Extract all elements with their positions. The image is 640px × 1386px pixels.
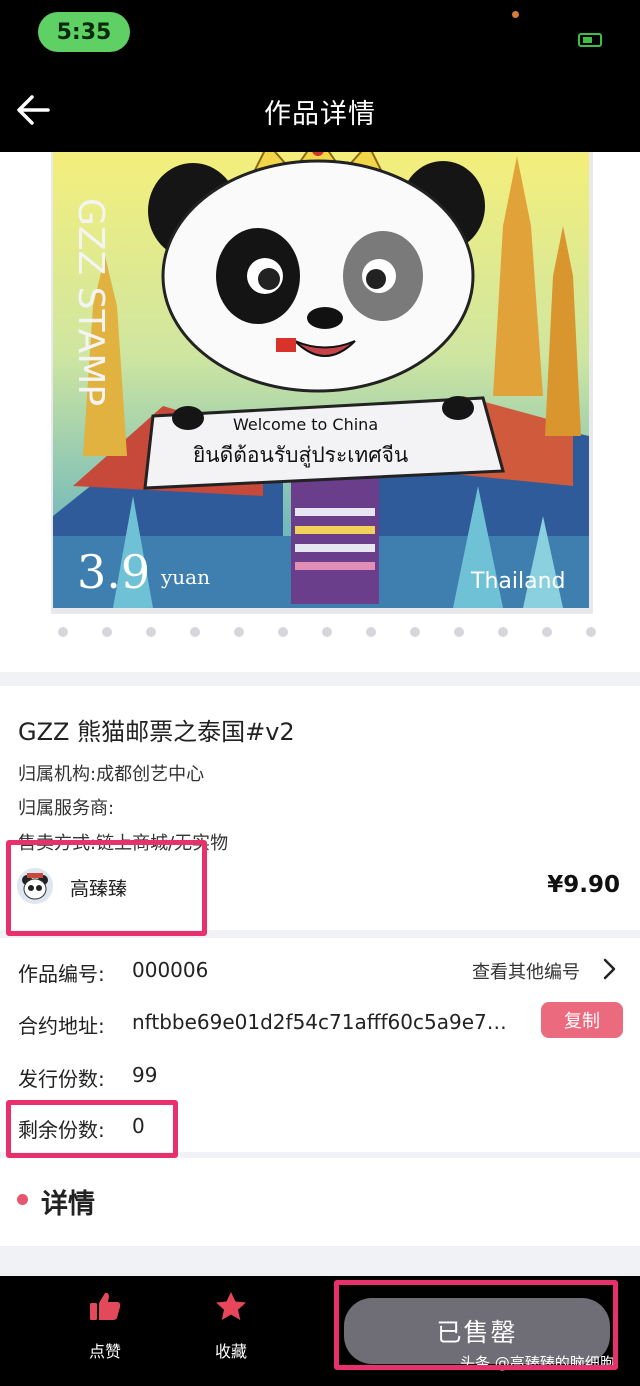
favorite-tab[interactable]: 收藏 bbox=[191, 1290, 271, 1362]
details-section-header: 详情 bbox=[0, 1158, 640, 1246]
view-other-numbers-link[interactable]: 查看其他编号 bbox=[472, 958, 580, 984]
work-title: GZZ 熊猫邮票之泰国#v2 bbox=[18, 718, 295, 746]
work-number-label: 作品编号: bbox=[18, 962, 105, 986]
nav-bar: 作品详情 bbox=[0, 70, 640, 152]
section-bullet-icon bbox=[17, 1194, 28, 1205]
star-icon bbox=[216, 1292, 246, 1320]
chevron-right-icon[interactable] bbox=[600, 957, 618, 981]
stamp-value-text: 3.9 bbox=[77, 545, 150, 599]
stamp-image: Welcome to China ยินดีต้อนรับสู่ประเทศจี… bbox=[33, 152, 613, 656]
copy-button[interactable]: 复制 bbox=[541, 1002, 623, 1038]
stamp-currency-text: yuan bbox=[160, 565, 210, 589]
creator-highlight-box bbox=[6, 840, 207, 936]
stamp-brand-text: GZZ STAMP bbox=[70, 198, 111, 406]
service-provider-text: 归属服务商: bbox=[18, 798, 115, 819]
welcome-sign: Welcome to China ยินดีต้อนรับสู่ประเทศจี… bbox=[143, 396, 505, 490]
svg-text:Welcome to China: Welcome to China bbox=[233, 415, 378, 434]
like-tab[interactable]: 点赞 bbox=[65, 1290, 145, 1362]
remaining-highlight-box bbox=[6, 1100, 178, 1158]
section-title: 详情 bbox=[41, 1189, 95, 1220]
stamp-card: Welcome to China ยินดีต้อนรับสู่ประเทศจี… bbox=[0, 152, 640, 672]
thumbs-up-icon bbox=[90, 1292, 121, 1320]
soldout-highlight-box bbox=[334, 1280, 618, 1370]
price-text: ¥9.90 bbox=[547, 872, 620, 898]
privacy-indicator-dot bbox=[512, 11, 519, 18]
contract-address-label: 合约地址: bbox=[18, 1014, 105, 1038]
battery-icon bbox=[578, 33, 602, 47]
svg-text:ยินดีต้อนรับสู่ประเทศจีน: ยินดีต้อนรับสู่ประเทศจีน bbox=[193, 443, 408, 468]
page-title: 作品详情 bbox=[264, 99, 376, 130]
work-number-value: 000006 bbox=[132, 958, 209, 982]
issued-count-value: 99 bbox=[132, 1063, 158, 1087]
stamp-country-text: Thailand bbox=[470, 569, 565, 594]
status-bar: 5:35 bbox=[0, 0, 640, 70]
favorite-label: 收藏 bbox=[214, 1342, 247, 1361]
like-label: 点赞 bbox=[88, 1342, 121, 1361]
institution-text: 归属机构:成都创艺中心 bbox=[18, 764, 205, 785]
contract-address-value: nftbbe69e01d2f54c71afff60c5a9e7… bbox=[132, 1010, 507, 1034]
issued-count-label: 发行份数: bbox=[18, 1067, 105, 1091]
status-time: 5:35 bbox=[38, 12, 130, 52]
